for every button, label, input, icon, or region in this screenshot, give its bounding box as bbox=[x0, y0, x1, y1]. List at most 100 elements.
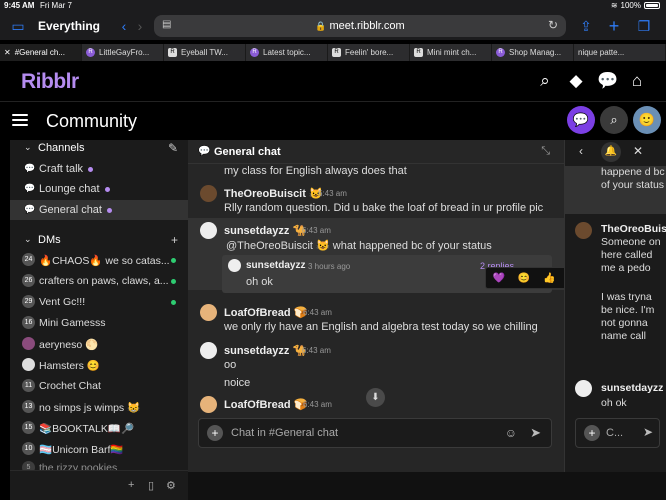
add-attachment-button[interactable]: + bbox=[584, 425, 600, 441]
mobile-icon[interactable]: ▯ bbox=[148, 479, 154, 492]
avatar[interactable]: 🙂 bbox=[633, 106, 661, 134]
collapse-icon[interactable]: ⤡ bbox=[541, 145, 550, 158]
back-icon[interactable]: ‹ bbox=[116, 18, 132, 34]
dm-item[interactable]: 26 crafters on paws, claws, a... bbox=[10, 271, 188, 291]
settings-icon[interactable]: ⚙ bbox=[166, 479, 176, 492]
dm-avatar bbox=[22, 337, 35, 350]
message-author[interactable]: sunsetdayzz bbox=[601, 382, 663, 394]
dm-item[interactable]: 10 🏳️‍⚧️Unicorn Barf🏳️‍🌈 bbox=[10, 439, 188, 459]
search-button[interactable]: ⌕ bbox=[600, 106, 628, 134]
sidebar-toggle-icon[interactable]: ▭ bbox=[10, 18, 26, 34]
avatar[interactable] bbox=[200, 185, 217, 202]
browser-tab[interactable]: R Shop Manag... bbox=[492, 44, 574, 61]
menu-icon[interactable] bbox=[12, 114, 28, 127]
new-tab-icon[interactable]: + bbox=[606, 17, 622, 35]
browser-tab[interactable]: nique patte... bbox=[574, 44, 666, 61]
dm-name: Crochet Chat bbox=[39, 380, 101, 392]
reload-icon[interactable]: ↻ bbox=[548, 18, 558, 32]
browser-tab[interactable]: R Mini mint ch... bbox=[410, 44, 492, 61]
back-icon[interactable]: ‹ bbox=[579, 144, 583, 158]
avatar[interactable] bbox=[200, 304, 217, 321]
tabs-overview-icon[interactable]: ❐ bbox=[636, 18, 652, 34]
edit-icon[interactable]: ✎ bbox=[168, 141, 178, 155]
avatar[interactable] bbox=[200, 222, 217, 239]
close-icon[interactable]: ✕ bbox=[4, 48, 11, 57]
battery-icon bbox=[644, 2, 660, 9]
browser-tab[interactable]: R LittleGayFro... bbox=[82, 44, 164, 61]
browser-tab[interactable]: R Latest topic... bbox=[246, 44, 328, 61]
chevron-down-icon[interactable]: ⌄ bbox=[24, 142, 32, 153]
avatar[interactable] bbox=[200, 342, 217, 359]
dm-avatar: 11 bbox=[22, 379, 35, 392]
status-time: 9:45 AM bbox=[4, 1, 35, 10]
messages-button[interactable]: 💬 bbox=[567, 106, 595, 134]
channels-label: Channels bbox=[38, 142, 85, 154]
dms-section-header[interactable]: ⌄ DMs + bbox=[10, 232, 188, 250]
send-icon[interactable]: ➤ bbox=[530, 425, 541, 441]
message-author[interactable]: TheOreoBuis bbox=[601, 223, 666, 235]
chat-input[interactable]: Chat in #General chat bbox=[231, 427, 338, 439]
channel-item[interactable]: 💬 Craft talk bbox=[10, 159, 188, 179]
dm-name: 🏳️‍⚧️Unicorn Barf🏳️‍🌈 bbox=[39, 444, 124, 456]
message-author[interactable]: LoafOfBread 🍞 bbox=[224, 398, 307, 411]
online-dot bbox=[171, 258, 176, 263]
chat-composer[interactable]: + Chat in #General chat ☺ ➤ bbox=[198, 418, 552, 448]
dm-item[interactable]: 11 Crochet Chat bbox=[10, 376, 188, 396]
tab-group-title[interactable]: Everything bbox=[38, 19, 100, 33]
dm-item[interactable]: 15 📚BOOKTALK📖🔎 bbox=[10, 418, 188, 438]
channel-item-selected[interactable]: 💬 General chat bbox=[10, 200, 188, 220]
community-sidebar: ⌄ Channels ✎ 💬 Craft talk 💬 Lounge chat … bbox=[10, 140, 188, 500]
message-text: Rlly random question. Did u bake the loa… bbox=[224, 202, 544, 214]
dm-item[interactable]: 16 Mini Gamesss bbox=[10, 313, 188, 333]
patterns-icon[interactable]: ◆ bbox=[566, 71, 586, 91]
dm-name: Hamsters 😊 bbox=[39, 360, 100, 372]
chat-header: 💬 General chat ⤡ bbox=[188, 140, 564, 164]
share-icon[interactable]: ⇪ bbox=[578, 18, 594, 34]
dm-avatar: 10 bbox=[22, 442, 35, 455]
battery-percent: 100% bbox=[620, 1, 641, 10]
message-author[interactable]: sunsetdayzz 🐪 bbox=[224, 344, 306, 357]
browser-tab[interactable]: R Feelin' bore... bbox=[328, 44, 410, 61]
scroll-down-button[interactable]: ⬇ bbox=[366, 388, 385, 407]
avatar[interactable] bbox=[575, 222, 592, 239]
dms-label: DMs bbox=[38, 234, 61, 246]
thread-input[interactable]: C... bbox=[606, 427, 623, 439]
avatar[interactable] bbox=[575, 380, 592, 397]
dm-item[interactable]: 29 Vent Gc!!! bbox=[10, 292, 188, 312]
add-attachment-button[interactable]: + bbox=[207, 425, 223, 441]
channel-name: Craft talk bbox=[39, 163, 84, 175]
browser-tab[interactable]: R Eyeball TW... bbox=[164, 44, 246, 61]
dm-item[interactable]: Hamsters 😊 bbox=[10, 355, 188, 375]
dm-item[interactable]: 24 🔥CHAOS🔥 we so catas... bbox=[10, 250, 188, 270]
thread-parent-message: happene d bc of your status bbox=[565, 166, 666, 214]
heart-reaction-button[interactable]: 💜 bbox=[492, 273, 504, 284]
add-icon[interactable]: + bbox=[128, 479, 134, 491]
message-author[interactable]: sunsetdayzz 🐪 bbox=[224, 224, 306, 237]
message-author[interactable]: TheOreoBuiscit 😺 bbox=[224, 187, 323, 200]
message-author[interactable]: LoafOfBread 🍞 bbox=[224, 306, 307, 319]
emoji-icon[interactable]: ☺ bbox=[505, 426, 517, 440]
search-icon[interactable]: ⌕ bbox=[535, 71, 555, 91]
channel-item[interactable]: 💬 Lounge chat bbox=[10, 179, 188, 199]
chat-bubble-icon: 💬 bbox=[24, 204, 36, 214]
dm-item[interactable]: aeryneso 🌕 bbox=[10, 334, 188, 354]
thumbs-up-reaction-button[interactable]: 👍 bbox=[543, 273, 555, 284]
chevron-down-icon[interactable]: ⌄ bbox=[24, 234, 32, 245]
browser-tab[interactable]: ✕ #General ch... bbox=[0, 44, 82, 61]
add-icon[interactable]: + bbox=[171, 233, 178, 247]
bell-icon[interactable]: 🔔 bbox=[601, 142, 621, 162]
channels-section-header[interactable]: ⌄ Channels ✎ bbox=[10, 140, 188, 158]
dm-item[interactable]: 13 no simps js wimps 😸 bbox=[10, 397, 188, 417]
ribblr-logo[interactable]: Ribblr bbox=[21, 70, 79, 94]
smile-reaction-button[interactable]: 😊 bbox=[518, 273, 530, 284]
shop-icon[interactable]: ⌂ bbox=[627, 71, 647, 91]
forward-icon[interactable]: › bbox=[132, 18, 148, 34]
ribblr-favicon-icon: R bbox=[496, 48, 505, 57]
send-icon[interactable]: ➤ bbox=[643, 425, 653, 439]
chat-icon[interactable]: 💬 bbox=[597, 71, 618, 91]
thread-composer[interactable]: + C... ➤ bbox=[575, 418, 660, 448]
address-bar[interactable]: ▤ 🔒 meet.ribblr.com ↻ bbox=[154, 15, 566, 37]
avatar[interactable] bbox=[200, 396, 217, 413]
close-icon[interactable]: ✕ bbox=[633, 144, 643, 158]
message-text: my class for English always does that bbox=[224, 165, 407, 177]
